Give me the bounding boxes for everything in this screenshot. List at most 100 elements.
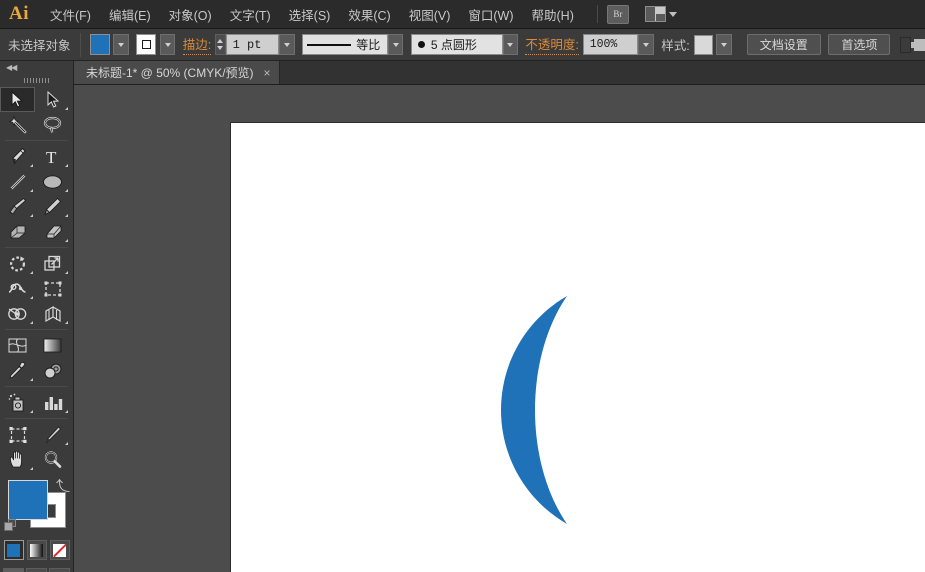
shape-builder-tool[interactable] bbox=[0, 301, 35, 326]
menu-window[interactable]: 窗口(W) bbox=[459, 1, 522, 28]
opacity-dropdown[interactable] bbox=[638, 34, 654, 55]
paintbrush-tool[interactable] bbox=[0, 194, 35, 219]
menu-bar: Ai 文件(F) 编辑(E) 对象(O) 文字(T) 选择(S) 效果(C) 视… bbox=[0, 0, 925, 29]
ellipse-tool[interactable] bbox=[35, 169, 70, 194]
opacity-label[interactable]: 不透明度: bbox=[525, 34, 579, 55]
control-bar: 未选择对象 描边: 1 pt 等比 5 点圆形 不透明度: 100% 样式: 文… bbox=[0, 29, 925, 61]
canvas-area[interactable] bbox=[74, 85, 925, 572]
preferences-button[interactable]: 首选项 bbox=[828, 34, 891, 55]
stroke-color-swatch[interactable] bbox=[136, 34, 157, 55]
align-options-button[interactable] bbox=[900, 34, 925, 56]
tool-flyout-icon bbox=[30, 321, 33, 324]
draw-behind-button[interactable] bbox=[26, 568, 47, 572]
tool-flyout-icon bbox=[30, 296, 33, 299]
graphic-style-swatch[interactable] bbox=[693, 34, 713, 55]
align-panel-icon bbox=[900, 36, 912, 53]
document-tab[interactable]: 未标题-1* @ 50% (CMYK/预览) × bbox=[74, 61, 280, 84]
align-horizontal-icon bbox=[911, 38, 925, 51]
tool-row bbox=[0, 390, 73, 415]
type-tool[interactable]: T bbox=[35, 144, 70, 169]
svg-text:T: T bbox=[46, 148, 57, 166]
tools-panel-header: ◀◀ bbox=[0, 61, 73, 74]
free-transform-tool[interactable] bbox=[35, 276, 70, 301]
artboard[interactable] bbox=[230, 122, 925, 572]
menu-select[interactable]: 选择(S) bbox=[280, 1, 340, 28]
draw-normal-button[interactable] bbox=[3, 568, 24, 572]
tool-flyout-icon bbox=[65, 271, 68, 274]
control-divider bbox=[79, 32, 81, 57]
menu-file[interactable]: 文件(F) bbox=[41, 1, 100, 28]
tool-row bbox=[0, 422, 73, 447]
stroke-weight-label[interactable]: 描边: bbox=[182, 34, 212, 55]
eraser-tool[interactable] bbox=[35, 219, 70, 244]
go-to-bridge-button[interactable]: Br bbox=[606, 4, 629, 24]
swap-fill-stroke-icon[interactable]: ⤴ bbox=[56, 476, 70, 496]
graphic-style-dropdown[interactable] bbox=[716, 34, 732, 55]
menu-help[interactable]: 帮助(H) bbox=[523, 1, 583, 28]
line-segment-tool[interactable] bbox=[0, 169, 35, 194]
tool-flyout-icon bbox=[30, 467, 33, 470]
tool-flyout-icon bbox=[30, 271, 33, 274]
document-tab-title: 未标题-1* @ 50% (CMYK/预览) bbox=[86, 66, 254, 80]
hand-tool[interactable] bbox=[0, 447, 35, 472]
pencil-tool[interactable] bbox=[35, 194, 70, 219]
brush-definition-dropdown[interactable] bbox=[502, 34, 518, 55]
menu-type[interactable]: 文字(T) bbox=[221, 1, 280, 28]
stroke-swatch-dropdown[interactable] bbox=[159, 34, 176, 55]
tool-row bbox=[0, 194, 73, 219]
close-icon[interactable]: × bbox=[264, 67, 271, 79]
toolbar-fill-swatch[interactable] bbox=[8, 480, 48, 520]
none-mode-button[interactable] bbox=[49, 540, 70, 560]
color-mode-button[interactable] bbox=[3, 540, 24, 560]
blend-tool[interactable] bbox=[35, 358, 70, 383]
document-setup-button[interactable]: 文档设置 bbox=[746, 34, 821, 55]
blob-brush-tool[interactable] bbox=[0, 219, 35, 244]
tools-panel: ◀◀ T ⤴ bbox=[0, 61, 74, 572]
fill-color-swatch[interactable] bbox=[89, 34, 110, 55]
draw-inside-button[interactable] bbox=[49, 568, 70, 572]
stroke-profile-dropdown[interactable] bbox=[388, 34, 404, 55]
menu-view[interactable]: 视图(V) bbox=[400, 1, 460, 28]
gradient-mode-button[interactable] bbox=[26, 540, 47, 560]
brush-definition-label: 5 点圆形 bbox=[430, 38, 477, 52]
perspective-grid-tool[interactable] bbox=[35, 301, 70, 326]
arrange-documents-button[interactable] bbox=[644, 6, 677, 22]
stroke-weight-stepper[interactable] bbox=[215, 34, 226, 55]
menu-effect[interactable]: 效果(C) bbox=[339, 1, 399, 28]
scale-tool[interactable] bbox=[35, 251, 70, 276]
tool-flyout-icon bbox=[30, 214, 33, 217]
rotate-tool[interactable] bbox=[0, 251, 35, 276]
stroke-profile-icon bbox=[307, 43, 352, 46]
selection-tool[interactable] bbox=[0, 87, 35, 112]
gradient-tool[interactable] bbox=[35, 333, 70, 358]
eyedropper-tool[interactable] bbox=[0, 358, 35, 383]
magic-wand-tool[interactable] bbox=[0, 112, 35, 137]
mesh-tool[interactable] bbox=[0, 333, 35, 358]
tool-flyout-icon bbox=[30, 189, 33, 192]
opacity-input[interactable]: 100% bbox=[582, 34, 639, 55]
tool-divider bbox=[5, 418, 68, 419]
tools-panel-grip[interactable] bbox=[0, 74, 73, 87]
fill-swatch-dropdown[interactable] bbox=[113, 34, 129, 55]
slice-tool[interactable] bbox=[35, 422, 70, 447]
zoom-tool[interactable] bbox=[35, 447, 70, 472]
artboard-tool[interactable] bbox=[0, 422, 35, 447]
pen-tool[interactable] bbox=[0, 144, 35, 169]
menu-edit[interactable]: 编辑(E) bbox=[100, 1, 160, 28]
column-graph-tool[interactable] bbox=[35, 390, 70, 415]
default-fill-stroke-icon[interactable] bbox=[4, 519, 17, 532]
stroke-profile-display[interactable]: 等比 bbox=[302, 34, 389, 55]
collapse-panel-icon[interactable]: ◀◀ bbox=[6, 63, 17, 72]
chevron-down-icon bbox=[643, 42, 650, 47]
stroke-weight-input[interactable]: 1 pt bbox=[225, 34, 280, 55]
gradient-icon bbox=[30, 543, 43, 557]
brush-definition-display[interactable]: 5 点圆形 bbox=[410, 34, 503, 55]
symbol-sprayer-tool[interactable] bbox=[0, 390, 35, 415]
tool-flyout-icon bbox=[65, 321, 68, 324]
lasso-tool[interactable] bbox=[35, 112, 70, 137]
menu-object[interactable]: 对象(O) bbox=[160, 1, 221, 28]
stroke-weight-dropdown[interactable] bbox=[279, 34, 295, 55]
direct-selection-tool[interactable] bbox=[35, 87, 70, 112]
width-tool[interactable] bbox=[0, 276, 35, 301]
tool-flyout-icon bbox=[65, 410, 68, 413]
